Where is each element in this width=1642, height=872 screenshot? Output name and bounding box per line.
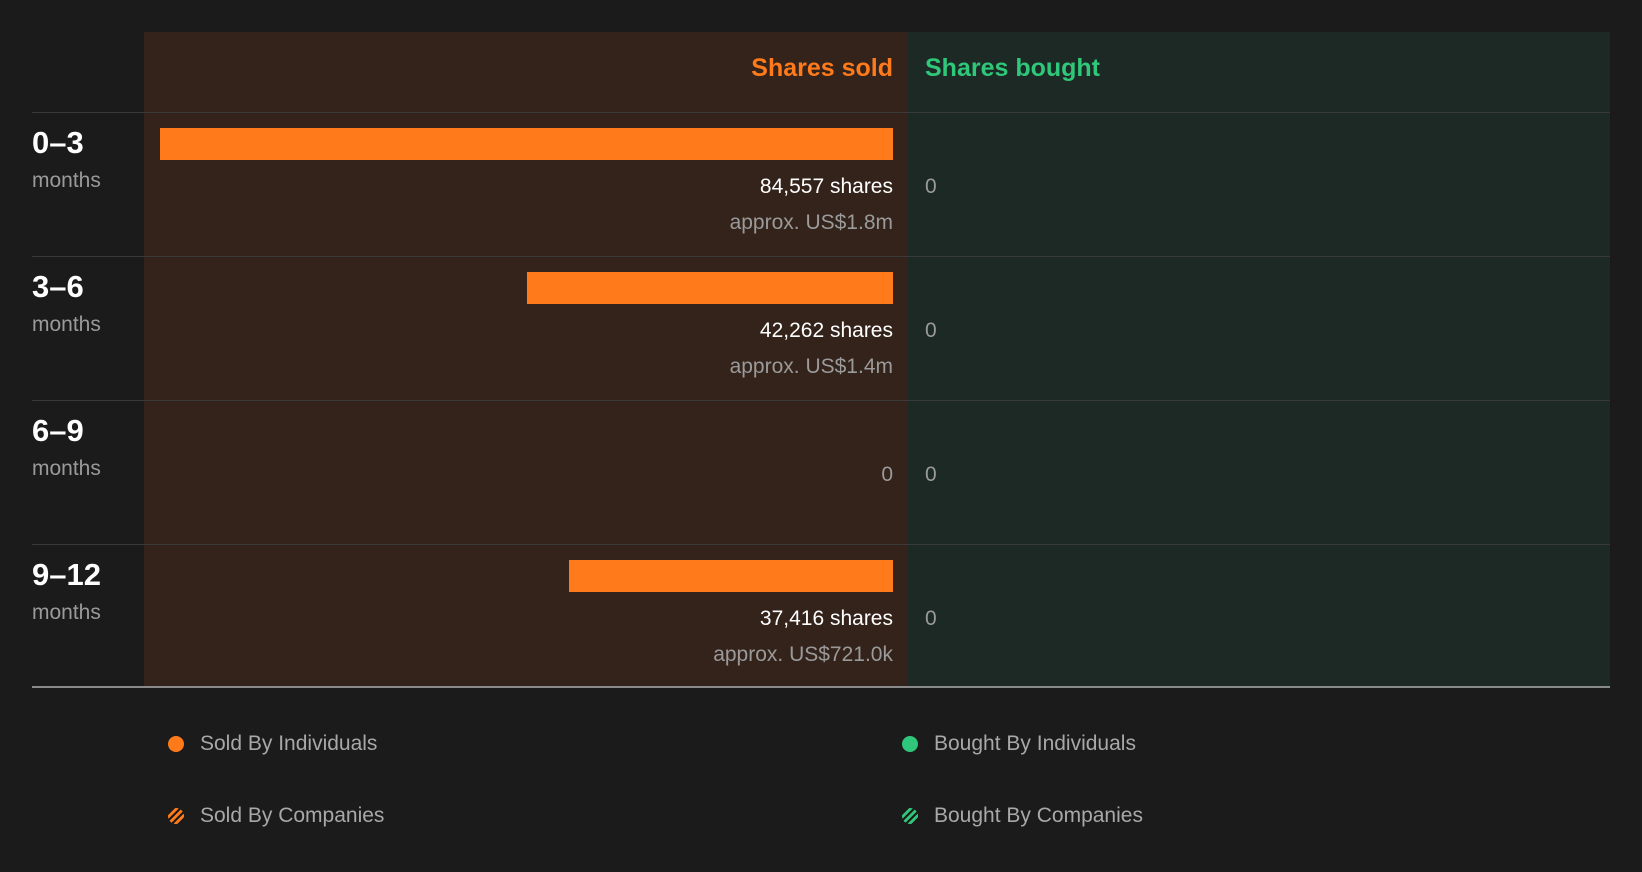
sold-header: Shares sold [751, 54, 893, 82]
sold-bar[interactable] [527, 272, 893, 304]
row-range-label: 0–3 [32, 125, 84, 160]
striped-dot-icon [902, 808, 918, 824]
chart-baseline [32, 686, 1610, 688]
row-unit-label: months [32, 457, 101, 480]
striped-dot-icon [168, 808, 184, 824]
row-unit-label: months [32, 601, 101, 624]
sold-shares-label: 37,416 shares [759, 607, 893, 630]
sold-shares-label: 42,262 shares [759, 319, 893, 342]
row-unit-label: months [32, 169, 101, 192]
legend-item: Sold By Companies [168, 804, 384, 828]
bought-zero-label: 0 [925, 175, 937, 198]
sold-approx-value: approx. US$1.8m [729, 211, 893, 234]
solid-dot-icon [168, 736, 184, 752]
row-range-label: 3–6 [32, 269, 84, 304]
row-divider [32, 400, 1610, 401]
row-range-label: 6–9 [32, 413, 84, 448]
sold-approx-value: approx. US$721.0k [713, 643, 893, 666]
legend-label: Sold By Companies [200, 804, 385, 827]
sold-bar[interactable] [160, 128, 893, 160]
sold-zero-label: 0 [881, 463, 893, 486]
row-label: 0–3 months [32, 125, 101, 195]
bought-panel [908, 32, 1610, 687]
sold-bar[interactable] [569, 560, 893, 592]
header-divider [32, 112, 1610, 113]
sold-approx-value: approx. US$1.4m [729, 355, 893, 378]
legend-item: Sold By Individuals [168, 732, 377, 756]
row-label: 3–6 months [32, 269, 101, 339]
row-unit-label: months [32, 313, 101, 336]
row-label: 9–12 months [32, 557, 101, 627]
bought-zero-label: 0 [925, 463, 937, 486]
sold-shares-label: 84,557 shares [759, 175, 893, 198]
bought-zero-label: 0 [925, 607, 937, 630]
legend-label: Bought By Companies [934, 804, 1143, 827]
legend-label: Bought By Individuals [934, 732, 1136, 755]
legend-item: Bought By Companies [902, 804, 1143, 828]
solid-dot-icon [902, 736, 918, 752]
bought-header: Shares bought [925, 54, 1101, 82]
row-label: 6–9 months [32, 413, 101, 483]
legend-item: Bought By Individuals [902, 732, 1136, 756]
row-range-label: 9–12 [32, 557, 101, 592]
row-divider [32, 544, 1610, 545]
legend-label: Sold By Individuals [200, 732, 378, 755]
insider-trading-chart: Shares sold Shares bought 0–3 months 84,55… [0, 0, 1642, 872]
row-divider [32, 256, 1610, 257]
bought-zero-label: 0 [925, 319, 937, 342]
